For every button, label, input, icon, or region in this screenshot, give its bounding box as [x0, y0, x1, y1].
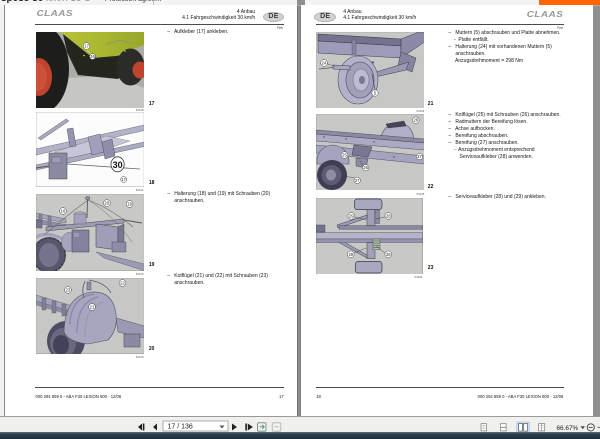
svg-text:66.67%: 66.67% [557, 425, 579, 432]
svg-text:27: 27 [417, 154, 422, 159]
svg-text:17: 17 [84, 43, 89, 48]
svg-text:23: 23 [65, 288, 70, 293]
svg-text:25: 25 [342, 153, 347, 158]
svg-text:20: 20 [104, 201, 109, 206]
svg-text:28: 28 [386, 251, 391, 256]
svg-text:27: 27 [355, 178, 360, 183]
svg-text:24: 24 [322, 60, 327, 65]
svg-text:21: 21 [89, 305, 94, 310]
svg-text:29: 29 [348, 251, 353, 256]
svg-text:26: 26 [90, 54, 95, 59]
svg-text:17: 17 [121, 177, 126, 182]
svg-text:22: 22 [120, 281, 125, 286]
svg-text:16: 16 [60, 209, 65, 214]
svg-text:30: 30 [112, 160, 122, 170]
svg-text:19: 19 [127, 202, 132, 207]
svg-text:29: 29 [349, 213, 354, 218]
svg-text:26: 26 [363, 165, 368, 170]
svg-text:26: 26 [413, 118, 418, 123]
svg-text:28: 28 [386, 213, 391, 218]
svg-text:17 / 136: 17 / 136 [168, 423, 193, 430]
